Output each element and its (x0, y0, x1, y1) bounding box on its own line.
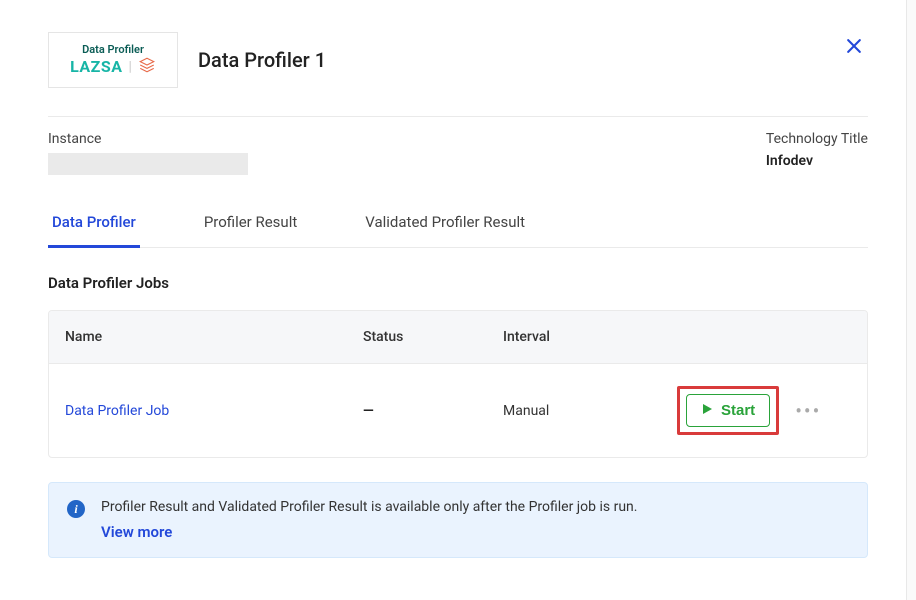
stack-icon (138, 56, 156, 78)
play-icon (701, 402, 713, 419)
start-highlight: Start (677, 386, 779, 435)
logo-divider: | (128, 59, 131, 75)
technology-value: Infodev (766, 153, 868, 169)
more-options-button[interactable]: ••• (791, 395, 825, 427)
jobs-table: Name Status Interval Data Profiler Job —… (48, 310, 868, 458)
right-edge (906, 0, 916, 600)
meta-instance: Instance (48, 131, 248, 175)
table-row: Data Profiler Job — Manual Start ••• (49, 364, 867, 457)
job-name-link[interactable]: Data Profiler Job (49, 381, 347, 441)
info-icon: i (67, 500, 85, 518)
header: Data Profiler LAZSA | Data Profiler 1 (48, 32, 868, 88)
tab-profiler-result[interactable]: Profiler Result (200, 203, 301, 248)
instance-value-placeholder (48, 153, 248, 175)
technology-label: Technology Title (766, 131, 868, 147)
start-button[interactable]: Start (686, 394, 770, 427)
view-more-link[interactable]: View more (101, 523, 637, 541)
info-text: Profiler Result and Validated Profiler R… (101, 499, 637, 515)
th-status: Status (347, 311, 487, 363)
logo-brand: LAZSA (70, 57, 122, 76)
close-button[interactable] (840, 32, 868, 64)
meta-row: Instance Technology Title Infodev (48, 131, 868, 175)
logo-top-text: Data Profiler (82, 43, 144, 56)
job-interval: Manual (487, 381, 667, 441)
page-title: Data Profiler 1 (198, 48, 326, 72)
th-name: Name (49, 311, 347, 363)
tabs: Data Profiler Profiler Result Validated … (48, 203, 868, 248)
th-actions (667, 319, 867, 355)
logo: Data Profiler LAZSA | (48, 32, 178, 88)
divider (48, 116, 868, 117)
header-left: Data Profiler LAZSA | Data Profiler 1 (48, 32, 326, 88)
job-status: — (347, 381, 487, 441)
logo-bottom: LAZSA | (70, 56, 156, 78)
section-title: Data Profiler Jobs (48, 274, 868, 292)
instance-label: Instance (48, 131, 248, 147)
job-actions: Start ••• (667, 364, 867, 457)
info-content: Profiler Result and Validated Profiler R… (101, 499, 637, 541)
info-box: i Profiler Result and Validated Profiler… (48, 482, 868, 558)
table-header-row: Name Status Interval (49, 311, 867, 364)
tab-data-profiler[interactable]: Data Profiler (48, 203, 140, 248)
start-button-label: Start (721, 402, 755, 419)
th-interval: Interval (487, 311, 667, 363)
meta-technology: Technology Title Infodev (766, 131, 868, 175)
tab-validated-profiler-result[interactable]: Validated Profiler Result (361, 203, 529, 248)
